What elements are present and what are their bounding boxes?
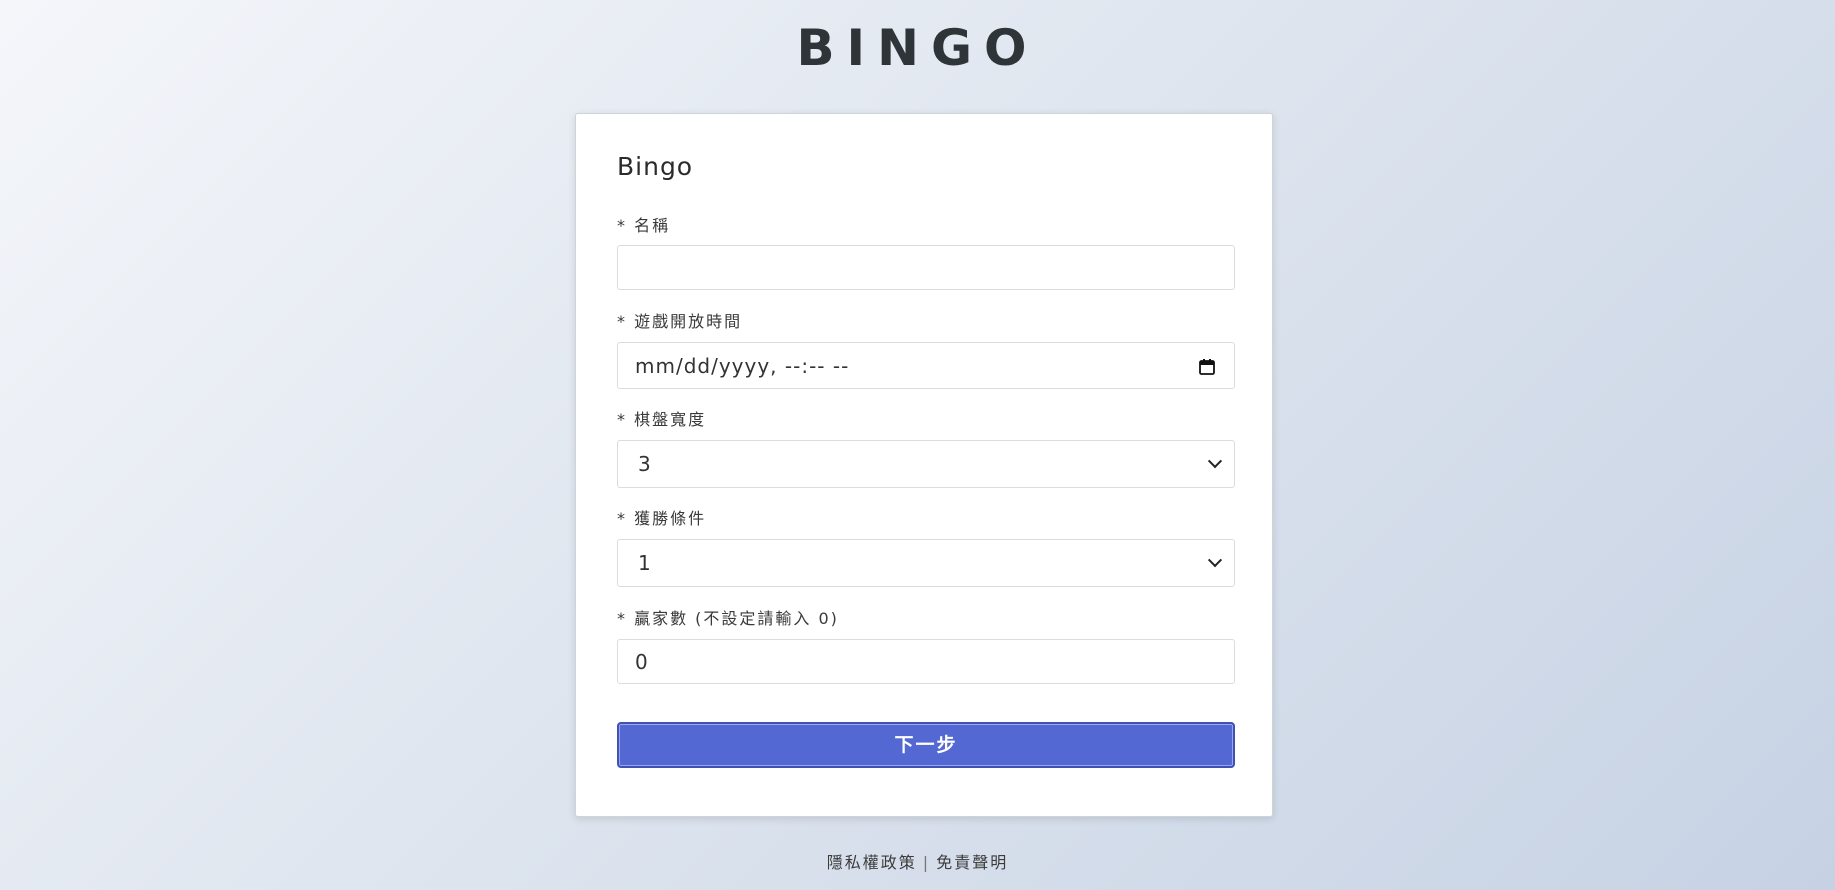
win-condition-value: 1 [638,551,651,575]
bingo-form-card: Bingo * 名稱 * 遊戲開放時間 mm/dd/yyyy, --:-- --… [575,113,1273,817]
chevron-down-icon [1207,454,1223,469]
app-title: BINGO [796,19,1039,77]
name-label: * 名稱 [617,216,671,235]
board-width-value: 3 [638,452,651,476]
footer: 隱私權政策 | 免責聲明 [0,851,1835,875]
footer-separator: | [922,853,931,872]
open-time-value: mm/dd/yyyy, --:-- -- [635,353,850,378]
open-time-label: * 遊戲開放時間 [617,312,743,331]
form-title: Bingo [617,152,694,181]
next-step-button[interactable]: 下一步 [617,722,1235,768]
winner-count-label: * 贏家數 (不設定請輸入 0) [617,609,839,628]
open-time-input[interactable]: mm/dd/yyyy, --:-- -- [617,342,1235,389]
win-condition-label: * 獲勝條件 [617,509,707,528]
privacy-policy-link[interactable]: 隱私權政策 [827,853,917,872]
chevron-down-icon [1207,553,1223,568]
calendar-icon[interactable] [1198,357,1216,375]
name-input[interactable] [617,245,1235,290]
board-width-label: * 棋盤寬度 [617,410,707,429]
board-width-select[interactable]: 3 [617,440,1235,488]
winner-count-input[interactable]: 0 [617,639,1235,684]
win-condition-select[interactable]: 1 [617,539,1235,587]
disclaimer-link[interactable]: 免責聲明 [936,853,1008,872]
winner-count-value: 0 [635,649,648,674]
